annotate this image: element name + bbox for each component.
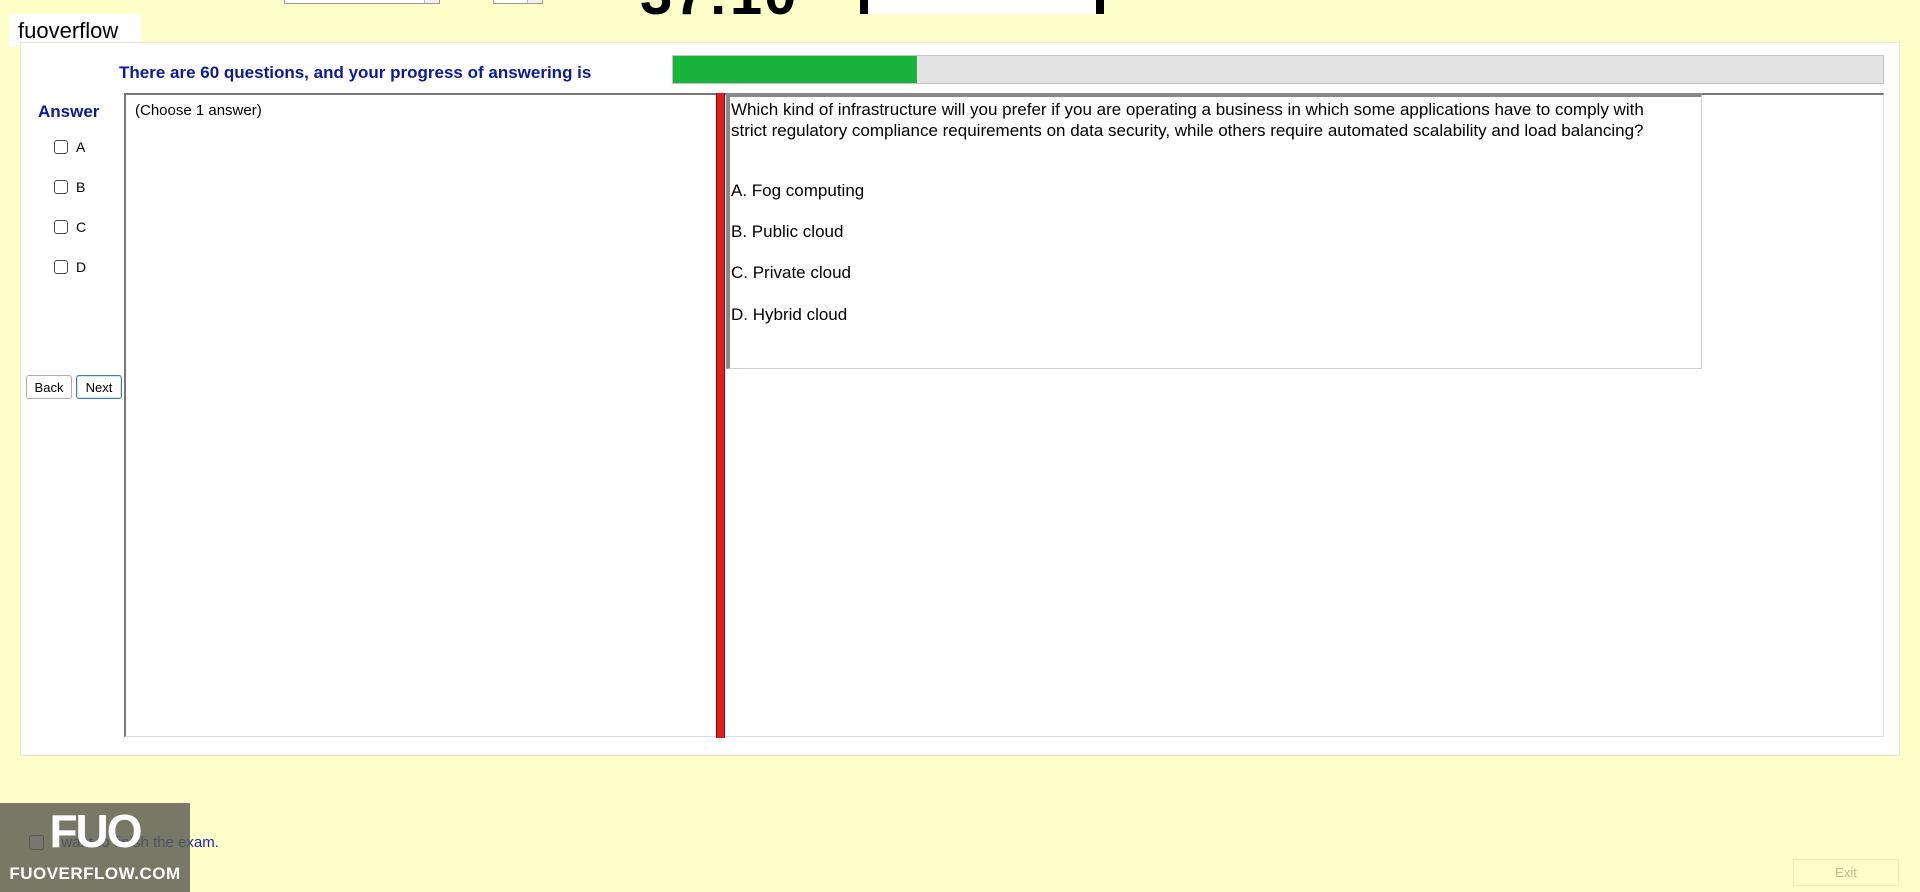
chevron-down-icon [424,0,439,3]
next-button[interactable]: Next [76,375,122,399]
question-text: Which kind of infrastructure will you pr… [731,100,1644,140]
choose-hint: (Choose 1 answer) [135,102,262,119]
chevron-down-icon [527,0,542,3]
option-label: C [76,219,87,235]
choice-d: D. Hybrid cloud [731,305,848,324]
panel-splitter[interactable] [716,93,725,738]
answer-option-d[interactable]: D [54,259,86,275]
top-combo-box[interactable] [284,0,440,4]
option-label: D [76,259,87,275]
answer-option-c[interactable]: C [54,219,86,235]
checkbox[interactable] [54,180,68,194]
choice-b: B. Public cloud [731,222,844,241]
checkbox[interactable] [54,260,68,274]
choice-a: A. Fog computing [731,181,865,200]
option-label: B [76,179,86,195]
exam-timer: 37:10 [640,0,798,24]
back-button[interactable]: Back [26,375,72,399]
progress-bar [672,55,1884,84]
choice-c: C. Private cloud [731,263,851,282]
checkbox[interactable] [54,140,68,154]
checkbox[interactable] [54,220,68,234]
progress-bar-fill [673,56,918,83]
answer-option-a[interactable]: A [54,139,85,155]
option-label: A [76,139,86,155]
watermark-logo: FUO [49,805,142,857]
timer-field [860,0,1104,14]
exit-button[interactable]: Exit [1793,859,1899,886]
answer-title: Answer [38,102,100,121]
answer-option-b[interactable]: B [54,179,85,195]
progress-label: There are 60 questions, and your progres… [119,63,592,82]
top-small-combo-box[interactable] [493,0,543,4]
watermark-site: FUOVERFLOW.COM [9,864,181,883]
